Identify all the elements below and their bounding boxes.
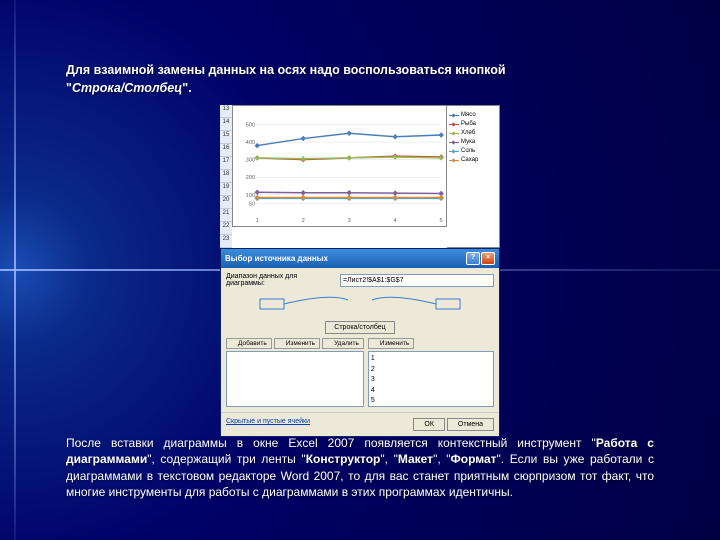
screenshot-container: 1314151617181920212223 50040030020010050… (220, 105, 500, 437)
categories-pane: Изменить 12345 (368, 338, 494, 407)
categories-listbox[interactable]: 12345 (368, 351, 494, 407)
add-series-button[interactable]: Добавить (226, 338, 272, 349)
swap-row-column-button[interactable]: Строка/столбец (325, 321, 394, 334)
dialog-select-data: Выбор источника данных ? × Диапазон данн… (220, 248, 500, 437)
cancel-button[interactable]: Отмена (447, 418, 494, 431)
heading-line1: Для взаимной замены данных на осях надо … (66, 63, 506, 77)
svg-text:1: 1 (256, 218, 259, 224)
close-button[interactable]: × (481, 252, 495, 265)
svg-text:50: 50 (249, 202, 255, 208)
ok-button[interactable]: ОК (413, 418, 445, 431)
heading: Для взаимной замены данных на осях надо … (66, 62, 654, 97)
dialog-title: Выбор источника данных (225, 254, 328, 263)
svg-text:5: 5 (440, 218, 443, 224)
svg-text:500: 500 (246, 122, 256, 128)
chart-legend: МясоРыбаХлебМукаСольСахар (447, 105, 500, 248)
svg-text:300: 300 (246, 158, 256, 164)
series-listbox[interactable] (226, 351, 364, 407)
svg-text:400: 400 (246, 140, 256, 146)
range-input[interactable] (340, 274, 494, 287)
row-headers: 1314151617181920212223 (220, 105, 232, 248)
body-text: После вставки диаграммы в окне Excel 200… (66, 435, 654, 500)
swap-diagram (226, 291, 494, 317)
hidden-cells-link[interactable]: Скрытые и пустые ячейки (226, 418, 310, 431)
series-pane: Добавить Изменить Удалить (226, 338, 364, 407)
svg-text:100: 100 (246, 193, 256, 199)
chart-plot: 500 400 300 200 100 50 1 2 3 4 5 (232, 105, 447, 227)
svg-text:200: 200 (246, 175, 256, 181)
help-button[interactable]: ? (466, 252, 480, 265)
chart-area: 1314151617181920212223 50040030020010050… (220, 105, 500, 248)
edit-series-button[interactable]: Изменить (274, 338, 320, 349)
dialog-titlebar: Выбор источника данных ? × (221, 249, 499, 268)
svg-text:2: 2 (302, 218, 305, 224)
decoration-line-v (14, 0, 16, 540)
heading-term: Строка/Столбец (72, 81, 182, 95)
remove-series-button[interactable]: Удалить (322, 338, 364, 349)
edit-categories-button[interactable]: Изменить (368, 338, 414, 349)
svg-text:3: 3 (348, 218, 351, 224)
range-label: Диапазон данных для диаграммы: (226, 273, 336, 287)
svg-text:4: 4 (394, 218, 398, 224)
